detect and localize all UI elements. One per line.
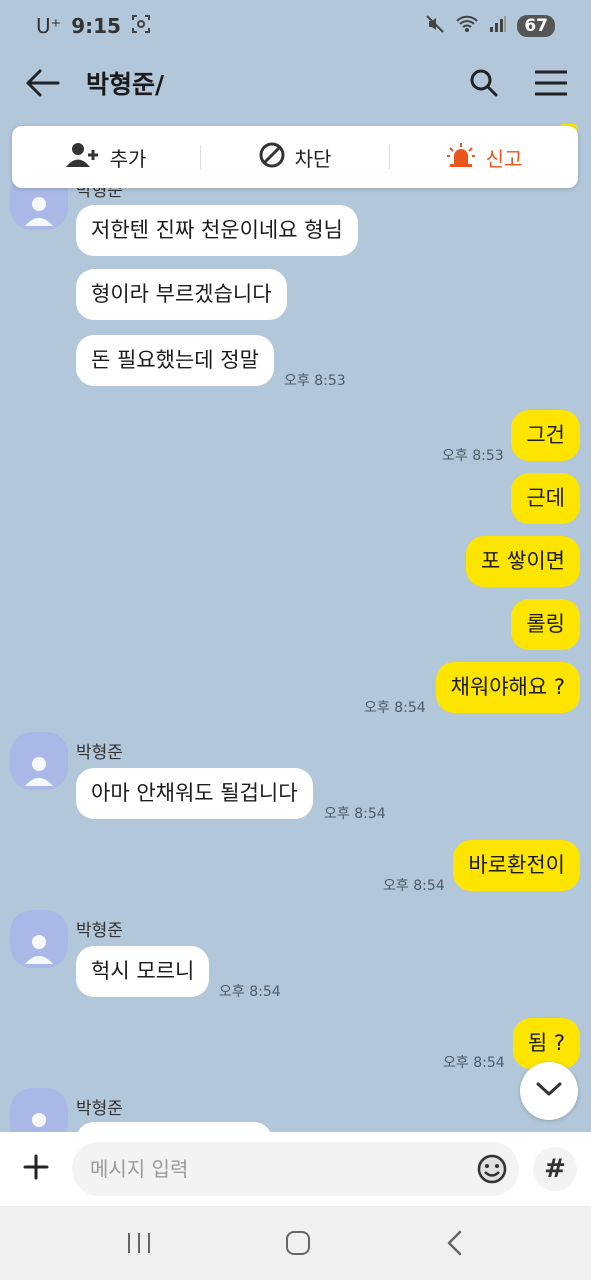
message-bubble-incoming[interactable]: 저한텐 진짜 천운이네요 형님: [76, 205, 358, 257]
avatar[interactable]: [10, 1088, 68, 1132]
plus-icon: [23, 1154, 49, 1184]
message-bubble-outgoing[interactable]: 롤링: [511, 599, 580, 651]
chevron-down-icon: [536, 1081, 562, 1101]
sender-name: 박형준: [76, 743, 123, 763]
hash-icon: #: [544, 1154, 566, 1184]
message-time: 오후 8:54: [443, 1055, 505, 1071]
search-icon[interactable]: [469, 68, 499, 98]
status-time: 9:15: [71, 14, 121, 38]
report-button[interactable]: 신고: [390, 142, 578, 173]
block-button[interactable]: 차단: [201, 142, 389, 173]
message-time: 오후 8:54: [383, 878, 445, 894]
report-label: 신고: [485, 146, 523, 171]
message-time: 오후 8:53: [284, 373, 346, 389]
recent-apps-icon[interactable]: [126, 1231, 152, 1255]
hashtag-search-button[interactable]: #: [533, 1147, 577, 1191]
back-icon[interactable]: [445, 1229, 465, 1257]
block-label: 차단: [294, 146, 332, 171]
chat-header: 박형준/: [0, 52, 591, 114]
message-bubble-outgoing[interactable]: 포 쌓이면: [466, 536, 580, 588]
sender-name: 박형준: [76, 921, 123, 941]
block-icon: [259, 142, 285, 173]
message-time: 오후 8:54: [219, 984, 281, 1000]
message-bubble-incoming[interactable]: 돈 필요했는데 정말: [76, 335, 274, 387]
siren-icon: [446, 142, 476, 173]
signal-icon: [489, 14, 507, 38]
message-bubble-incoming[interactable]: 헉시 모르니: [76, 946, 210, 998]
emoji-icon[interactable]: [475, 1152, 509, 1186]
message-bubble-outgoing[interactable]: 근데: [511, 473, 580, 525]
sender-name: 박형준: [76, 1099, 123, 1119]
attach-plus-button[interactable]: [14, 1147, 58, 1191]
message-bubble-outgoing[interactable]: 채워야해요 ?: [435, 662, 580, 714]
carrier-label: U⁺: [36, 14, 62, 38]
message-bubble-incoming[interactable]: 아마 안채워도 될겁니다: [76, 768, 313, 820]
back-arrow-icon[interactable]: [24, 68, 60, 98]
chat-title: 박형준/: [86, 70, 165, 99]
message-time: 오후 8:54: [364, 700, 426, 716]
screen-capture-icon: [131, 14, 151, 39]
message-bubble-outgoing[interactable]: 바로환전이: [453, 840, 580, 892]
add-friend-button[interactable]: 추가: [12, 142, 200, 173]
message-bubble-incoming[interactable]: [76, 1122, 272, 1132]
add-label: 추가: [109, 146, 147, 171]
message-bubble-outgoing[interactable]: 그건: [511, 410, 580, 462]
avatar[interactable]: [10, 910, 68, 968]
mute-icon: [425, 14, 445, 39]
scroll-down-button[interactable]: [520, 1062, 578, 1120]
message-input-bar: #: [0, 1132, 591, 1206]
add-person-icon: [65, 142, 100, 173]
action-bar: 추가 차단 신고: [12, 126, 578, 188]
avatar[interactable]: [10, 732, 68, 790]
system-nav-bar: [0, 1206, 591, 1280]
battery-indicator: 67: [517, 15, 555, 37]
message-time: 오후 8:54: [324, 806, 386, 822]
message-input-wrapper: [72, 1142, 519, 1196]
message-bubble-incoming[interactable]: 형이라 부르겠습니다: [76, 269, 287, 321]
menu-icon[interactable]: [535, 70, 567, 96]
wifi-icon: [455, 14, 479, 39]
message-input[interactable]: [90, 1157, 475, 1181]
status-bar: U⁺ 9:15 67: [0, 0, 591, 52]
home-icon[interactable]: [284, 1229, 312, 1257]
message-time: 오후 8:53: [442, 448, 504, 464]
